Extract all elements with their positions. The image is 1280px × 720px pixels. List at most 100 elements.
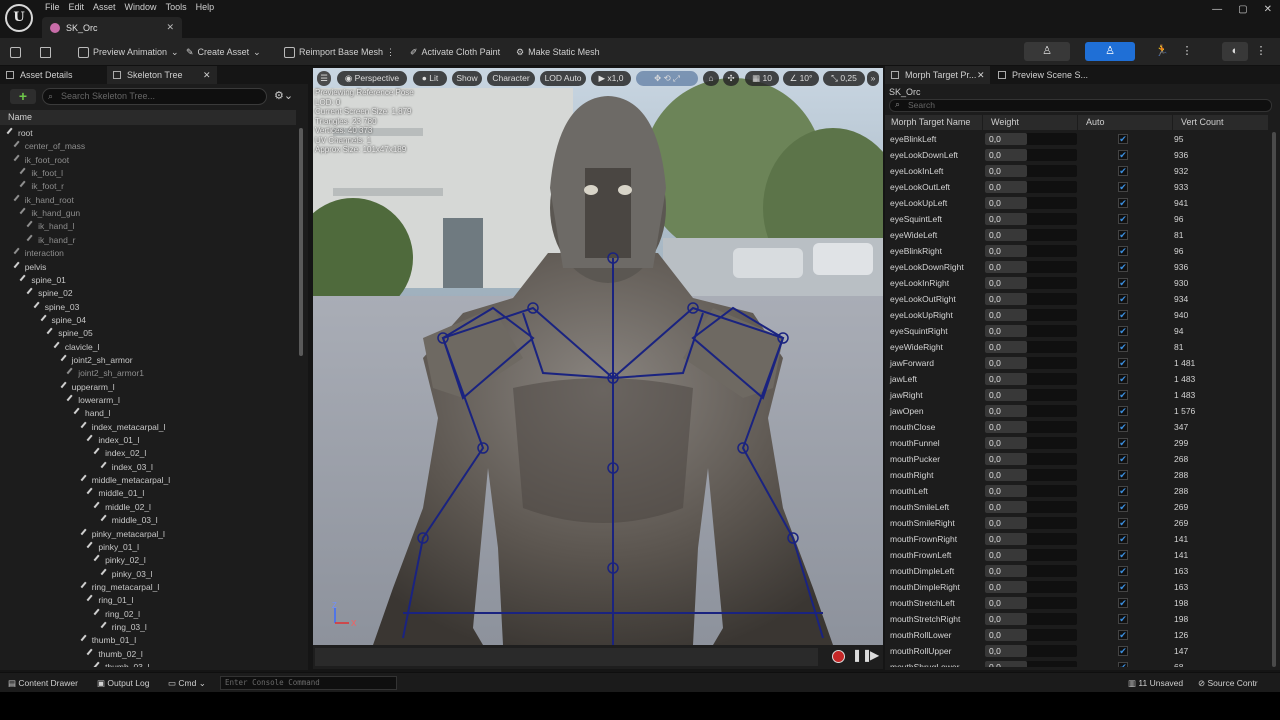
weight-slider[interactable]: 0,0 (985, 373, 1077, 385)
more-modes-icon[interactable]: ⋮ (1180, 42, 1194, 61)
weight-slider[interactable]: 0,0 (985, 597, 1077, 609)
close-tab-icon[interactable]: ✕ (977, 66, 985, 84)
auto-checkbox[interactable]: ✔ (1118, 342, 1128, 352)
auto-checkbox[interactable]: ✔ (1118, 390, 1128, 400)
weight-slider[interactable]: 0,0 (985, 133, 1077, 145)
weight-slider[interactable]: 0,0 (985, 213, 1077, 225)
world-local-icon[interactable]: ⌂ (703, 71, 719, 86)
auto-checkbox[interactable]: ✔ (1118, 518, 1128, 528)
auto-checkbox[interactable]: ✔ (1118, 630, 1128, 640)
tree-row[interactable]: spine_05 (46, 327, 93, 340)
tree-row[interactable]: index_metacarpal_l (80, 421, 165, 434)
mesh-mode-button[interactable]: ♙ (1085, 42, 1135, 61)
tree-row[interactable]: thumb_02_l (86, 648, 143, 661)
tree-row[interactable]: spine_02 (26, 287, 73, 300)
auto-checkbox[interactable]: ✔ (1118, 454, 1128, 464)
weight-slider[interactable]: 0,0 (985, 437, 1077, 449)
tree-row[interactable]: pinky_02_l (93, 554, 146, 567)
weight-slider[interactable]: 0,0 (985, 293, 1077, 305)
menu-asset[interactable]: Asset (93, 2, 125, 12)
next-frame-icon[interactable]: ▶ (870, 648, 879, 662)
cmd-dropdown[interactable]: ▭ Cmd ⌄ (168, 673, 206, 693)
close-window-icon[interactable]: ✕ (1264, 4, 1272, 15)
auto-checkbox[interactable]: ✔ (1118, 246, 1128, 256)
weight-slider[interactable]: 0,0 (985, 517, 1077, 529)
auto-checkbox[interactable]: ✔ (1118, 262, 1128, 272)
auto-checkbox[interactable]: ✔ (1118, 614, 1128, 624)
weight-slider[interactable]: 0,0 (985, 533, 1077, 545)
auto-checkbox[interactable]: ✔ (1118, 326, 1128, 336)
tree-row[interactable]: ik_foot_r (19, 180, 64, 193)
settings-icon[interactable]: ◐ (1222, 42, 1248, 61)
auto-checkbox[interactable]: ✔ (1118, 422, 1128, 432)
tree-row[interactable]: pinky_metacarpal_l (80, 528, 165, 541)
save-icon[interactable] (10, 43, 21, 61)
auto-checkbox[interactable]: ✔ (1118, 646, 1128, 656)
tree-row[interactable]: middle_02_l (93, 501, 151, 514)
tree-scrollbar[interactable] (299, 128, 303, 356)
tree-row[interactable]: ik_hand_gun (19, 207, 80, 220)
minimize-icon[interactable]: — (1212, 4, 1222, 15)
tree-row[interactable]: middle_metacarpal_l (80, 474, 170, 487)
auto-checkbox[interactable]: ✔ (1118, 182, 1128, 192)
weight-slider[interactable]: 0,0 (985, 229, 1077, 241)
tab-morph-target-preview[interactable]: Morph Target Pr... ✕ (885, 66, 990, 84)
tree-row[interactable]: pelvis (13, 261, 46, 274)
auto-checkbox[interactable]: ✔ (1118, 358, 1128, 368)
weight-slider[interactable]: 0,0 (985, 645, 1077, 657)
tree-row[interactable]: hand_l (73, 407, 111, 420)
tree-row[interactable]: root (6, 127, 33, 140)
weight-slider[interactable]: 0,0 (985, 453, 1077, 465)
tree-row[interactable]: index_03_l (100, 461, 153, 474)
unreal-logo-icon[interactable]: U (5, 4, 33, 32)
tab-skeleton-tree[interactable]: Skeleton Tree ✕ (107, 66, 217, 84)
weight-slider[interactable]: 0,0 (985, 485, 1077, 497)
tree-row[interactable]: upperarm_l (60, 381, 115, 394)
tree-row[interactable]: ring_01_l (86, 594, 133, 607)
weight-slider[interactable]: 0,0 (985, 629, 1077, 641)
document-tab[interactable]: SK_Orc ✕ (42, 17, 182, 38)
skeleton-mode-button[interactable]: ♙ (1024, 42, 1070, 61)
menu-file[interactable]: File (45, 2, 69, 12)
tab-asset-details[interactable]: Asset Details (0, 66, 105, 84)
tree-row[interactable]: spine_01 (19, 274, 66, 287)
tree-row[interactable]: index_02_l (93, 447, 146, 460)
tree-row[interactable]: thumb_01_l (80, 634, 136, 647)
tree-row[interactable]: ring_03_l (100, 621, 147, 634)
tree-row[interactable]: ik_foot_l (19, 167, 63, 180)
morph-search-input[interactable]: Search (889, 99, 1272, 112)
tree-row[interactable]: ik_hand_l (26, 220, 74, 233)
weight-slider[interactable]: 0,0 (985, 341, 1077, 353)
surface-snap-icon[interactable]: ✣ (723, 71, 739, 86)
make-static-mesh-button[interactable]: ⚙ Make Static Mesh (516, 43, 600, 61)
add-bone-button[interactable]: + (10, 89, 36, 104)
timeline-track[interactable] (315, 648, 818, 666)
weight-slider[interactable]: 0,0 (985, 389, 1077, 401)
menu-tools[interactable]: Tools (166, 2, 196, 12)
weight-slider[interactable]: 0,0 (985, 501, 1077, 513)
auto-checkbox[interactable]: ✔ (1118, 470, 1128, 480)
tree-row[interactable]: ring_metacarpal_l (80, 581, 159, 594)
weight-slider[interactable]: 0,0 (985, 565, 1077, 577)
tree-row[interactable]: joint2_sh_armor (60, 354, 133, 367)
weight-slider[interactable]: 0,0 (985, 261, 1077, 273)
column-auto[interactable]: Auto (1078, 115, 1172, 130)
weight-slider[interactable]: 0,0 (985, 357, 1077, 369)
tree-row[interactable]: middle_01_l (86, 487, 144, 500)
reimport-button[interactable]: Reimport Base Mesh (284, 43, 383, 61)
tree-row[interactable]: thumb_03_l (93, 661, 150, 667)
weight-slider[interactable]: 0,0 (985, 165, 1077, 177)
auto-checkbox[interactable]: ✔ (1118, 198, 1128, 208)
perspective-button[interactable]: ◉ Perspective (337, 71, 407, 86)
auto-checkbox[interactable]: ✔ (1118, 582, 1128, 592)
tree-row[interactable]: spine_03 (33, 301, 79, 314)
auto-checkbox[interactable]: ✔ (1118, 566, 1128, 576)
create-asset-button[interactable]: ✎ Create Asset ⌄ (186, 43, 261, 61)
tree-row[interactable]: ik_hand_r (26, 234, 75, 247)
viewport-menu-icon[interactable]: ☰ (317, 71, 331, 86)
record-icon[interactable] (832, 650, 845, 663)
playback-speed-button[interactable]: ▶ x1,0 (591, 71, 631, 86)
lit-button[interactable]: ● Lit (413, 71, 447, 86)
weight-slider[interactable]: 0,0 (985, 549, 1077, 561)
tree-row[interactable]: ik_hand_root (13, 194, 74, 207)
